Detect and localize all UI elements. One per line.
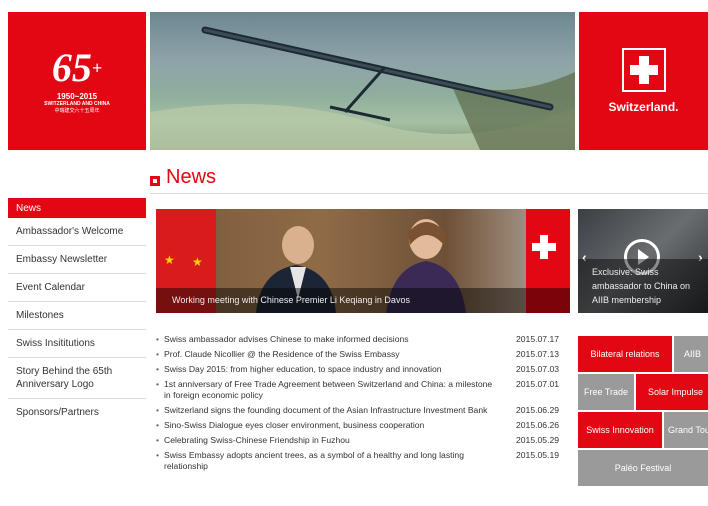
list-item[interactable]: Celebrating Swiss-Chinese Friendship in … [156,435,576,446]
video-caption: Exclusive: Swiss ambassador to China on … [578,259,708,313]
sidebar-item-swiss-institutions[interactable]: Swiss Insititutions [8,330,146,358]
news-date: 2015.07.17 [516,334,560,344]
tag-bilateral-relations[interactable]: Bilateral relations [578,336,672,372]
logo-years: 1950~2015 [56,92,98,101]
tag-swiss-innovation[interactable]: Swiss Innovation [578,412,662,448]
news-title-link[interactable]: Swiss Day 2015: from higher education, t… [156,364,499,375]
news-title-link[interactable]: Sino-Swiss Dialogue eyes closer environm… [156,420,499,431]
logo-chinese-caption: 中瑞建交六十五周年 [54,108,100,114]
news-date: 2015.05.29 [516,435,560,445]
solar-plane-illustration [150,26,575,150]
sidebar-item-news[interactable]: News [8,198,146,218]
tag-grand-tour[interactable]: Grand Tou [664,412,708,448]
news-title-link[interactable]: Celebrating Swiss-Chinese Friendship in … [156,435,499,446]
sidebar-item-ambassadors-welcome[interactable]: Ambassador's Welcome [8,218,146,246]
tag-paleo-festival[interactable]: Paléo Festival [578,450,708,486]
brand-label: Switzerland. [608,100,679,114]
logo-number: 65+ [51,45,103,90]
news-title-link[interactable]: Prof. Claude Nicollier @ the Residence o… [156,349,499,360]
list-item[interactable]: Swiss ambassador advises Chinese to make… [156,334,576,345]
news-date: 2015.05.19 [516,450,560,460]
tag-free-trade[interactable]: Free Trade [578,374,634,410]
hero-image-solar-plane [150,12,575,150]
news-title-link[interactable]: Switzerland signs the founding document … [156,405,499,416]
switzerland-brand-logo[interactable]: Switzerland. [579,12,708,150]
tag-aiib[interactable]: AIIB [674,336,708,372]
news-list: Swiss ambassador advises Chinese to make… [156,334,576,476]
video-teaser[interactable]: ‹ › Exclusive: Swiss ambassador to China… [578,209,708,313]
news-date: 2015.07.13 [516,349,560,359]
list-item[interactable]: Swiss Embassy adopts ancient trees, as a… [156,450,576,472]
page-title: News [166,166,217,188]
swiss-cross-icon [621,48,666,92]
list-item[interactable]: 1st anniversary of Free Trade Agreement … [156,379,576,401]
news-title-link[interactable]: 1st anniversary of Free Trade Agreement … [156,379,499,401]
list-item[interactable]: Switzerland signs the founding document … [156,405,576,416]
news-date: 2015.07.03 [516,364,560,374]
sidebar-item-logo-story[interactable]: Story Behind the 65th Anniversary Logo [8,358,146,399]
news-title-link[interactable]: Swiss Embassy adopts ancient trees, as a… [156,450,499,472]
sidebar-item-sponsors[interactable]: Sponsors/Partners [8,399,146,426]
list-item[interactable]: Prof. Claude Nicollier @ the Residence o… [156,349,576,360]
divider [150,193,708,194]
news-date: 2015.07.01 [516,379,560,389]
featured-news-photo[interactable]: ★ ★ Working meeting with Chinese Premier… [156,209,570,313]
list-item[interactable]: Sino-Swiss Dialogue eyes closer environm… [156,420,576,431]
sidebar-item-embassy-newsletter[interactable]: Embassy Newsletter [8,246,146,274]
news-date: 2015.06.29 [516,405,560,415]
news-title-link[interactable]: Swiss ambassador advises Chinese to make… [156,334,499,345]
sidebar-item-event-calendar[interactable]: Event Calendar [8,274,146,302]
section-bullet-icon [150,176,160,186]
list-item[interactable]: Swiss Day 2015: from higher education, t… [156,364,576,375]
sidebar-nav: News Ambassador's Welcome Embassy Newsle… [8,198,146,426]
tag-solar-impulse[interactable]: Solar Impulse [636,374,708,410]
news-date: 2015.06.26 [516,420,560,430]
feature-caption: Working meeting with Chinese Premier Li … [156,288,570,313]
anniversary-logo[interactable]: 65+ 1950~2015 SWITZERLAND AND CHINA 中瑞建交… [8,12,146,150]
sidebar-item-milestones[interactable]: Milestones [8,302,146,330]
